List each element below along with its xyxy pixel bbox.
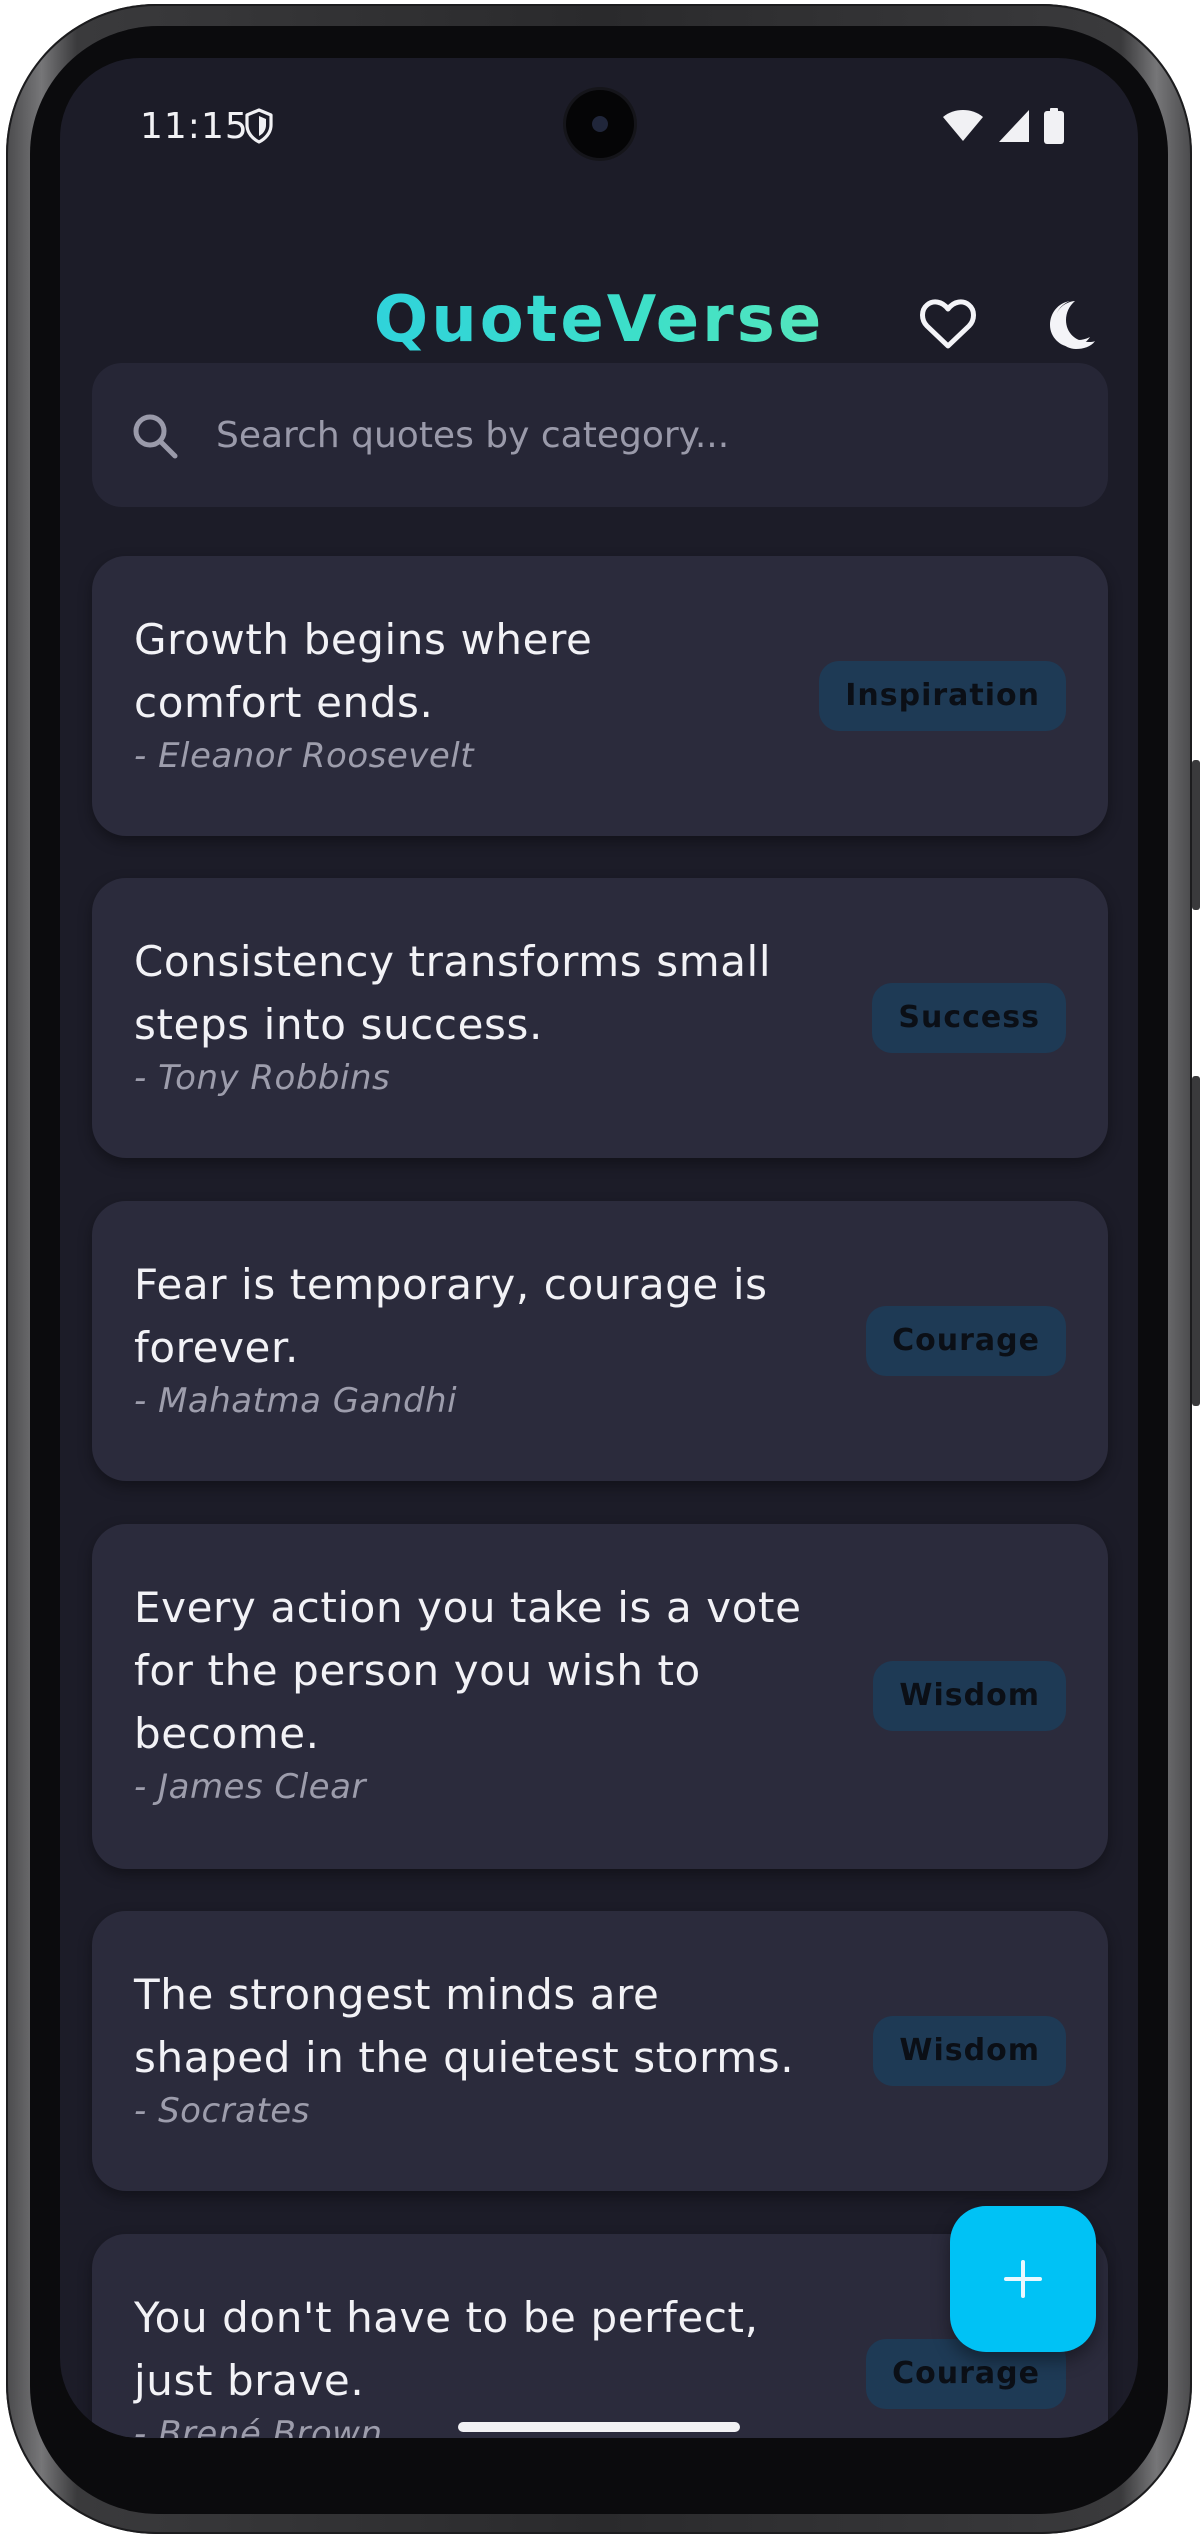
screen: 11:15 QuoteVerse Search quotes by catego…	[60, 58, 1138, 2438]
quote-text: You don't have to be perfect, just brave…	[134, 2286, 759, 2412]
quote-line: steps into success.	[134, 1000, 543, 1049]
quote-line: The strongest minds are	[134, 1970, 660, 2019]
status-bar: 11:15	[60, 58, 1138, 188]
quote-line: become.	[134, 1709, 320, 1758]
quote-text: Every action you take is a vote for the …	[134, 1576, 802, 1765]
category-badge[interactable]: Success	[872, 983, 1066, 1053]
quote-card[interactable]: The strongest minds are shaped in the qu…	[92, 1911, 1108, 2191]
wifi-icon	[943, 110, 983, 141]
shield-icon	[245, 108, 273, 144]
gesture-nav-handle[interactable]	[458, 2422, 740, 2432]
search-input[interactable]	[216, 403, 1076, 467]
favorites-button[interactable]	[914, 290, 982, 358]
quote-text: Growth begins where comfort ends.	[134, 608, 592, 734]
quote-author: - Tony Robbins	[134, 1058, 391, 1098]
battery-icon	[1044, 108, 1064, 144]
quote-line: for the person you wish to	[134, 1646, 701, 1695]
quote-line: Consistency transforms small	[134, 937, 772, 986]
front-camera	[566, 90, 634, 158]
category-badge[interactable]: Wisdom	[873, 2016, 1066, 2086]
quote-line: just brave.	[134, 2356, 365, 2405]
heart-icon	[920, 299, 976, 349]
quote-line: Growth begins where	[134, 615, 593, 664]
quote-card[interactable]: Fear is temporary, courage is forever. -…	[92, 1201, 1108, 1481]
quote-line: You don't have to be perfect,	[134, 2293, 759, 2342]
quote-line: shaped in the quietest storms.	[134, 2033, 795, 2082]
moon-icon	[1050, 301, 1095, 349]
quote-card[interactable]: Consistency transforms small steps into …	[92, 878, 1108, 1158]
quote-card[interactable]: Growth begins where comfort ends. - Elea…	[92, 556, 1108, 836]
quote-line: Fear is temporary, courage is	[134, 1260, 768, 1309]
category-badge[interactable]: Wisdom	[873, 1661, 1066, 1731]
quote-line: Every action you take is a vote	[134, 1583, 802, 1632]
search-box[interactable]	[92, 363, 1108, 507]
category-badge[interactable]: Inspiration	[819, 661, 1066, 731]
cellular-signal-icon	[999, 110, 1029, 142]
quote-author: - Eleanor Roosevelt	[134, 736, 475, 776]
quote-author: - Socrates	[134, 2091, 310, 2131]
category-badge[interactable]: Courage	[866, 1306, 1066, 1376]
quote-text: The strongest minds are shaped in the qu…	[134, 1963, 794, 2089]
plus-icon	[1004, 2260, 1042, 2298]
theme-toggle-button[interactable]	[1038, 290, 1106, 358]
status-icons	[942, 108, 1064, 144]
device-frame: 11:15 QuoteVerse Search quotes by catego…	[0, 0, 1200, 2541]
quote-line: comfort ends.	[134, 678, 434, 727]
quote-author: - Brené Brown	[134, 2414, 383, 2438]
add-quote-button[interactable]	[950, 2206, 1096, 2352]
quote-author: - Mahatma Gandhi	[134, 1381, 458, 1421]
quote-line: forever.	[134, 1323, 299, 1372]
quote-card[interactable]: Every action you take is a vote for the …	[92, 1524, 1108, 1869]
status-time: 11:15	[140, 106, 249, 147]
search-icon	[133, 414, 178, 459]
power-button	[1192, 760, 1200, 910]
volume-button	[1192, 1076, 1200, 1406]
quote-author: - James Clear	[134, 1767, 366, 1807]
quote-text: Fear is temporary, courage is forever.	[134, 1253, 768, 1379]
quote-text: Consistency transforms small steps into …	[134, 930, 771, 1056]
